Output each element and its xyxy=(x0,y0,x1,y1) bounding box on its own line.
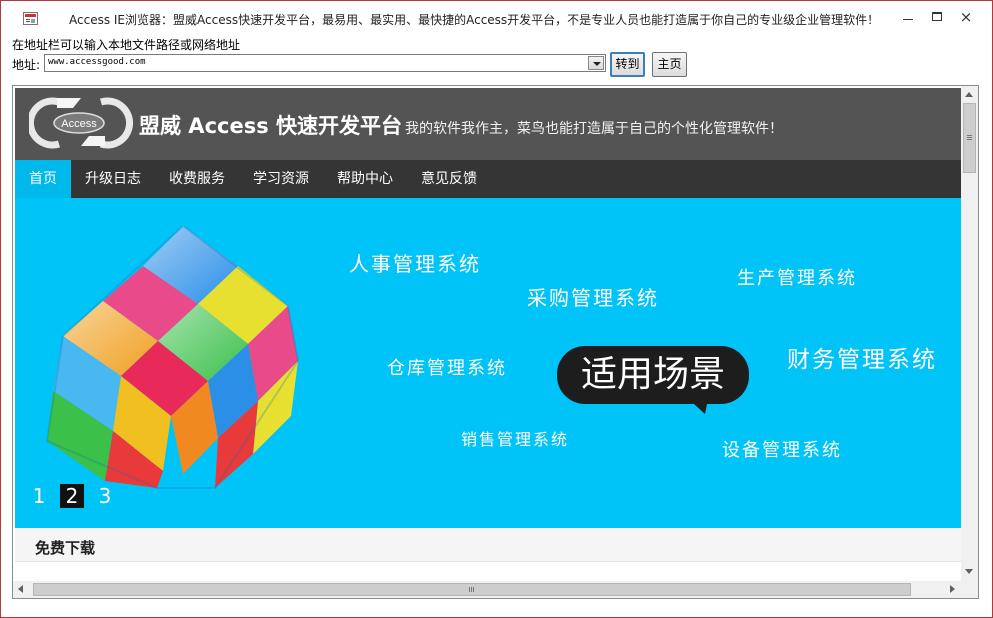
system-label-warehouse: 仓库管理系统 xyxy=(387,358,507,379)
address-label: 地址: xyxy=(12,58,41,72)
scroll-up-icon[interactable] xyxy=(965,92,973,97)
scroll-right-icon[interactable] xyxy=(950,585,955,593)
download-section: 免费下载 xyxy=(15,528,961,562)
home-button[interactable]: 主页 xyxy=(652,52,687,77)
system-label-equipment: 设备管理系统 xyxy=(722,440,842,461)
address-input[interactable]: www.accessgood.com xyxy=(48,57,146,67)
system-label-hr: 人事管理系统 xyxy=(349,252,481,276)
system-label-finance: 财务管理系统 xyxy=(787,347,937,373)
nav-item-home[interactable]: 首页 xyxy=(15,160,71,198)
slide-dot-1[interactable]: 1 xyxy=(27,484,51,508)
maximize-icon xyxy=(932,12,942,21)
address-combobox[interactable]: www.accessgood.com xyxy=(44,54,606,72)
rubiks-cube-image xyxy=(45,226,300,489)
system-label-sales: 销售管理系统 xyxy=(461,430,570,449)
site-logo[interactable]: Access xyxy=(29,92,133,152)
horizontal-scrollbar[interactable] xyxy=(13,581,961,598)
hero-banner[interactable]: 人事管理系统 采购管理系统 生产管理系统 仓库管理系统 财务管理系统 销售管理系… xyxy=(15,198,961,528)
address-dropdown-button[interactable] xyxy=(588,56,604,70)
svg-text:Access: Access xyxy=(61,118,97,130)
web-browser-control[interactable]: Access 盟威 Access 快速开发平台 我的软件我作主，菜鸟也能打造属于… xyxy=(12,85,979,599)
minimize-button[interactable] xyxy=(894,7,922,27)
horizontal-scroll-thumb[interactable] xyxy=(33,583,911,596)
nav-item-learning[interactable]: 学习资源 xyxy=(239,160,323,198)
system-label-production: 生产管理系统 xyxy=(737,268,857,289)
close-button[interactable]: × xyxy=(952,7,980,27)
go-button[interactable]: 转到 xyxy=(610,52,645,77)
title-bar[interactable]: Access IE浏览器：盟威Access快速开发平台，最易用、最实用、最快捷的… xyxy=(1,1,992,34)
slide-dot-2[interactable]: 2 xyxy=(60,484,84,508)
scroll-left-icon[interactable] xyxy=(18,585,23,593)
nav-item-help[interactable]: 帮助中心 xyxy=(323,160,407,198)
system-label-purchasing: 采购管理系统 xyxy=(527,286,659,310)
web-page: Access 盟威 Access 快速开发平台 我的软件我作主，菜鸟也能打造属于… xyxy=(15,88,961,582)
vertical-scroll-thumb[interactable] xyxy=(963,103,976,173)
site-header: Access 盟威 Access 快速开发平台 我的软件我作主，菜鸟也能打造属于… xyxy=(15,88,961,160)
browser-window: Access IE浏览器：盟威Access快速开发平台，最易用、最实用、最快捷的… xyxy=(0,0,993,618)
site-slogan: 我的软件我作主，菜鸟也能打造属于自己的个性化管理软件！ xyxy=(405,121,783,137)
window-title: Access IE浏览器：盟威Access快速开发平台，最易用、最实用、最快捷的… xyxy=(69,13,880,27)
form-icon xyxy=(23,12,38,25)
minimize-icon xyxy=(903,19,913,20)
scenario-heading: 适用场景 xyxy=(580,354,725,395)
chevron-down-icon xyxy=(593,62,601,66)
nav-item-feedback[interactable]: 意见反馈 xyxy=(407,160,491,198)
main-nav: 首页 升级日志 收费服务 学习资源 帮助中心 意见反馈 xyxy=(15,160,961,198)
slide-dot-3[interactable]: 3 xyxy=(93,484,117,508)
nav-item-changelog[interactable]: 升级日志 xyxy=(71,160,155,198)
scroll-down-icon[interactable] xyxy=(965,569,973,574)
brand-title: 盟威 Access 快速开发平台 xyxy=(139,114,403,138)
vertical-scrollbar[interactable] xyxy=(961,86,978,581)
address-hint: 在地址栏可以输入本地文件路径或网络地址 xyxy=(12,38,241,52)
scrollbar-corner xyxy=(961,581,978,598)
section-title: 免费下载 xyxy=(35,539,96,557)
maximize-button[interactable] xyxy=(923,7,951,27)
nav-item-paid-services[interactable]: 收费服务 xyxy=(155,160,239,198)
